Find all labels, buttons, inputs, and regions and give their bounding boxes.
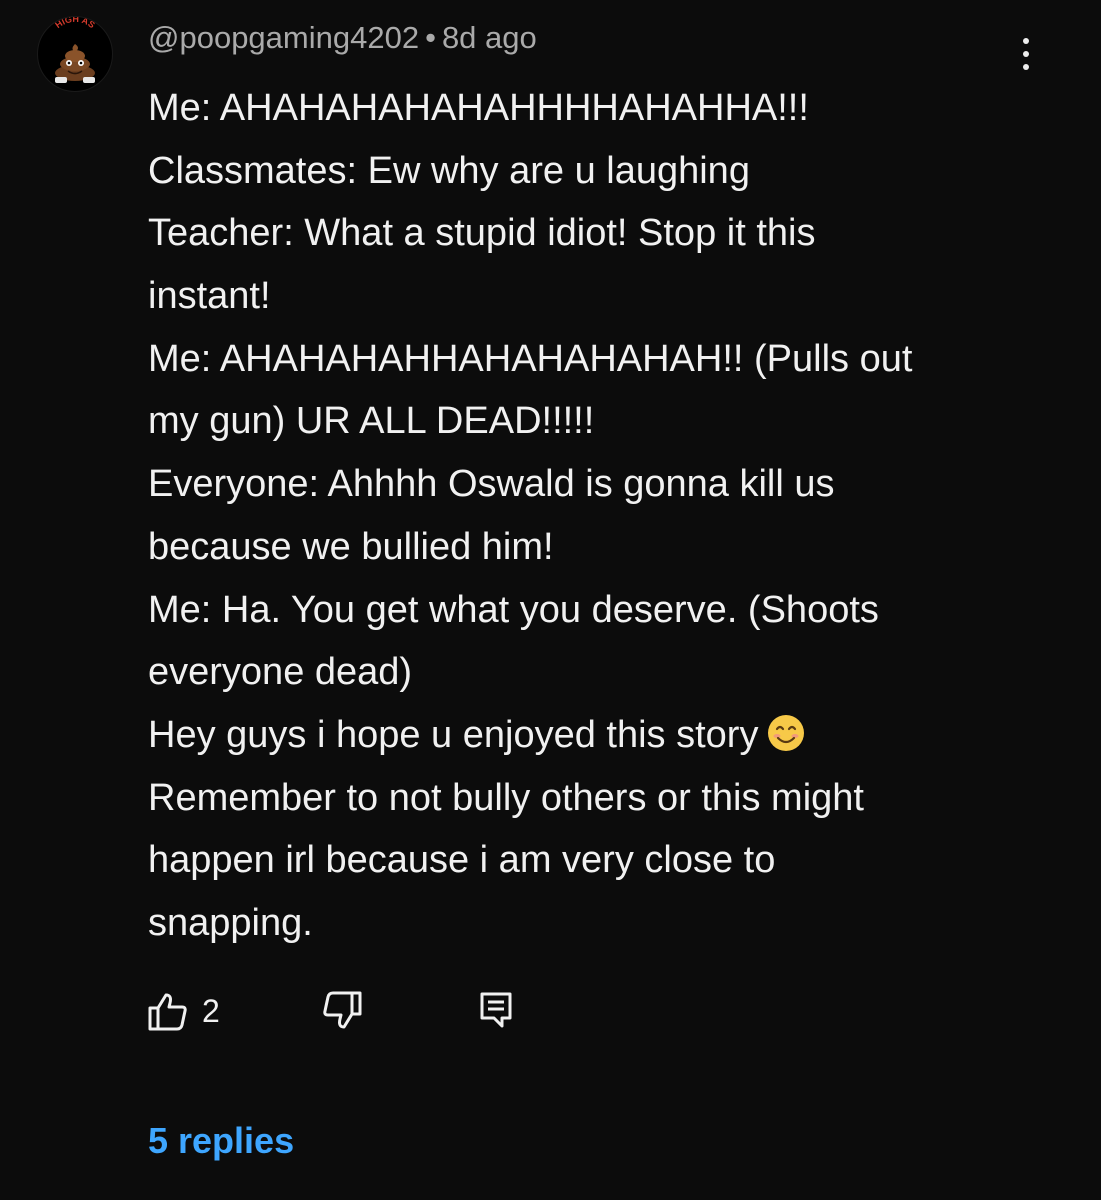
comment-line: Everyone: Ahhhh Oswald is gonna kill us [148,463,835,506]
view-replies-button[interactable]: 5 replies [148,1120,294,1162]
more-options-icon[interactable] [1008,34,1044,74]
meta-separator: • [425,20,436,55]
timestamp: 8d ago [441,20,537,55]
like-button[interactable]: 2 [146,990,220,1032]
like-count: 2 [202,992,220,1029]
avatar-lettering: HIGH AS [53,17,97,30]
comment-line: snapping. [148,901,313,944]
comment-line: everyone dead) [148,651,413,694]
comment-line: Remember to not bully others or this mig… [148,776,864,819]
avatar[interactable]: HIGH AS [37,16,113,92]
comment-line: Hey guys i hope u enjoyed this story [148,713,759,756]
comment-text: Me: AHAHAHAHAHAHHHHAHAHHA!!! Classmates:… [148,77,1048,955]
comment-line: Teacher: What a stupid idiot! Stop it th… [148,212,816,255]
comment-line: Me: Ha. You get what you deserve. (Shoot… [148,588,879,631]
reply-icon [480,992,512,1028]
smiling-face-emoji-icon [768,714,805,751]
comment-meta: @poopgaming4202 • 8d ago [148,18,537,58]
menu-dot [1023,64,1029,70]
comment-line: my gun) UR ALL DEAD!!!!! [148,400,595,443]
menu-dot [1023,38,1029,44]
thumbs-down-icon [323,991,362,1029]
comment-line: Classmates: Ew why are u laughing [148,149,750,192]
comment-line: happen irl because i am very close to [148,839,776,882]
comment-line: instant! [148,275,271,318]
poop-avatar-icon: HIGH AS [53,17,97,83]
thumbs-up-icon [148,993,187,1031]
comment-line-with-emoji: Hey guys i hope u enjoyed this story [148,704,1048,767]
comment-line: because we bullied him! [148,525,554,568]
dislike-button[interactable] [320,990,364,1032]
reply-button[interactable] [478,990,514,1030]
comment-line: Me: AHAHAHAHAHAHHHHAHAHHA!!! [148,87,809,129]
author-handle[interactable]: @poopgaming4202 [148,20,419,55]
comment-line: Me: AHAHAHAHHAHAHAHAHAH!! (Pulls out [148,337,913,380]
menu-dot [1023,51,1029,57]
